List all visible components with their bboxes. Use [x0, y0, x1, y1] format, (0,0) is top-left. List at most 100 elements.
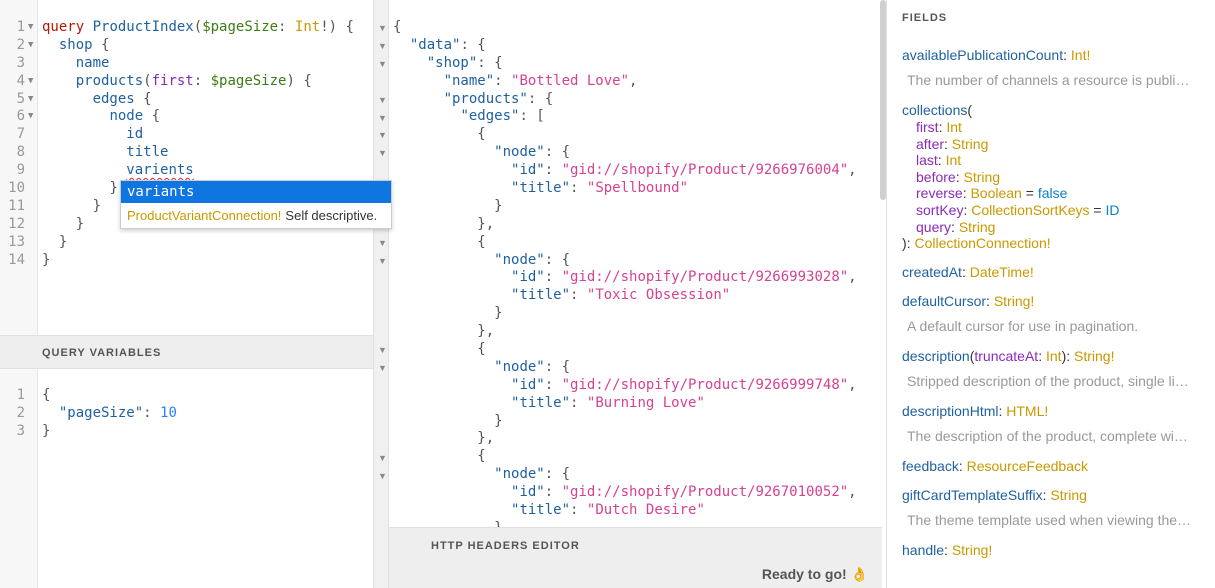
field-name[interactable]: handle: [902, 542, 944, 558]
query-code[interactable]: 1 ▼ query ProductIndex($pageSize: Int!) { …: [0, 19, 373, 269]
field-type[interactable]: String!: [994, 293, 1034, 309]
json-punctuation: : {: [544, 466, 571, 483]
variables-code[interactable]: 1{ 2 "pageSize": 10 3}: [0, 387, 373, 441]
arg-type[interactable]: Int: [946, 152, 962, 168]
docs-field-descriptionHtml[interactable]: descriptionHtml: HTML!: [902, 403, 1212, 420]
arg-type[interactable]: String: [952, 136, 989, 152]
http-headers-editor-header[interactable]: HTTP HEADERS EDITOR: [389, 527, 882, 561]
result-line: {: [389, 19, 882, 37]
query-line-13[interactable]: 13 }: [0, 234, 373, 252]
arg-type[interactable]: Int: [946, 119, 962, 135]
docs-field-description[interactable]: description(truncateAt: Int): String!: [902, 348, 1212, 365]
json-key: "title": [511, 394, 571, 411]
query-line-7[interactable]: 7 id: [0, 126, 373, 144]
arg-type[interactable]: CollectionSortKeys: [971, 202, 1089, 218]
docs-field-giftCardTemplateSuffix[interactable]: giftCardTemplateSuffix: String: [902, 487, 1212, 504]
docs-field-feedback[interactable]: feedback: ResourceFeedback: [902, 458, 1212, 475]
field-name[interactable]: createdAt: [902, 264, 962, 280]
fold-arrow-icon[interactable]: ▼: [28, 91, 33, 109]
query-line-1[interactable]: 1 ▼ query ProductIndex($pageSize: Int!) {: [0, 19, 373, 37]
query-variables-editor[interactable]: 1{ 2 "pageSize": 10 3}: [0, 369, 373, 588]
query-line-6[interactable]: 6 ▼ node {: [0, 108, 373, 126]
docs-arg-sortKey[interactable]: sortKey: CollectionSortKeys = ID: [902, 202, 1212, 219]
field-name[interactable]: availablePublicationCount: [902, 47, 1063, 63]
arg-type[interactable]: Int: [1046, 348, 1062, 364]
field-type[interactable]: ResourceFeedback: [967, 458, 1088, 474]
query-variables-header[interactable]: QUERY VARIABLES: [0, 335, 373, 369]
arg-name[interactable]: after: [916, 136, 944, 152]
arg-name[interactable]: truncateAt: [974, 348, 1038, 364]
json-punctuation: : {: [544, 144, 571, 161]
fold-arrow-icon[interactable]: ▼: [28, 73, 33, 91]
autocomplete-popup[interactable]: variants ProductVariantConnection! Self d…: [120, 180, 392, 229]
punctuation: {: [42, 387, 51, 403]
arg-type[interactable]: String: [963, 169, 1000, 185]
docs-arg-before[interactable]: before: String: [902, 169, 1212, 186]
query-line-3[interactable]: 3 name: [0, 55, 373, 73]
arg-name[interactable]: last: [916, 152, 938, 168]
field-type[interactable]: String!: [1074, 348, 1114, 364]
field-name[interactable]: descriptionHtml: [902, 403, 998, 419]
arg-name[interactable]: before: [916, 169, 956, 185]
pane-divider[interactable]: ▼ ▼ ▼ ▼ ▼ ▼ ▼ ▼ ▼ ▼ ▼ ▼ ▼: [373, 0, 389, 588]
fold-arrow-icon[interactable]: ▼: [378, 23, 387, 33]
fold-arrow-icon[interactable]: ▼: [28, 19, 33, 37]
query-line-5[interactable]: 5 ▼ edges {: [0, 91, 373, 109]
variables-line-3[interactable]: 3}: [0, 423, 373, 441]
fold-arrow-icon[interactable]: ▼: [378, 41, 387, 51]
arg-type[interactable]: String: [959, 219, 996, 235]
fold-arrow-icon[interactable]: ▼: [28, 108, 33, 126]
autocomplete-option-variants[interactable]: variants: [121, 181, 391, 203]
fold-arrow-icon[interactable]: ▼: [378, 256, 387, 266]
fold-arrow-icon[interactable]: ▼: [378, 113, 387, 123]
field-name[interactable]: collections: [902, 102, 967, 118]
autocomplete-type[interactable]: ProductVariantConnection!: [127, 208, 281, 223]
fold-arrow-icon[interactable]: ▼: [378, 95, 387, 105]
field-type[interactable]: String!: [952, 542, 992, 558]
docs-arg-query[interactable]: query: String: [902, 219, 1212, 236]
field-name[interactable]: giftCardTemplateSuffix: [902, 487, 1043, 503]
query-line-4[interactable]: 4 ▼ products(first: $pageSize) {: [0, 73, 373, 91]
fold-arrow-icon[interactable]: ▼: [28, 37, 33, 55]
query-line-2[interactable]: 2 ▼ shop {: [0, 37, 373, 55]
docs-field-defaultCursor[interactable]: defaultCursor: String!: [902, 293, 1212, 310]
fold-arrow-icon[interactable]: ▼: [378, 363, 387, 373]
variables-line-2[interactable]: 2 "pageSize": 10: [0, 405, 373, 423]
fold-arrow-icon[interactable]: ▼: [378, 471, 387, 481]
fold-arrow-icon[interactable]: ▼: [378, 238, 387, 248]
result-viewer[interactable]: { "data": { "shop": { "name": "Bottled L…: [389, 0, 882, 527]
docs-field-collections[interactable]: collections(first: Int after: String last:…: [902, 102, 1212, 252]
fold-arrow-icon[interactable]: ▼: [378, 130, 387, 140]
field-name[interactable]: description: [902, 348, 970, 364]
field-type[interactable]: Int!: [1071, 47, 1090, 63]
field-name[interactable]: defaultCursor: [902, 293, 986, 309]
arg-name[interactable]: first: [916, 119, 939, 135]
punctuation: }: [42, 422, 51, 439]
fold-arrow-icon[interactable]: ▼: [378, 148, 387, 158]
field-name[interactable]: feedback: [902, 458, 959, 474]
docs-field-availablePublicationCount[interactable]: availablePublicationCount: Int!: [902, 47, 1212, 64]
docs-arg-last[interactable]: last: Int: [902, 152, 1212, 169]
query-editor[interactable]: 1 ▼ query ProductIndex($pageSize: Int!) { …: [0, 0, 392, 335]
query-line-9[interactable]: 9 varients: [0, 162, 373, 180]
variables-line-1[interactable]: 1{: [0, 387, 373, 405]
docs-arg-reverse[interactable]: reverse: Boolean = false: [902, 185, 1212, 202]
query-line-8[interactable]: 8 title: [0, 144, 373, 162]
docs-explorer[interactable]: FIELDS availablePublicationCount: Int! Th…: [886, 0, 1215, 588]
arg-type[interactable]: Boolean: [970, 185, 1021, 201]
field-type[interactable]: DateTime!: [970, 264, 1034, 280]
field-type[interactable]: HTML!: [1006, 403, 1048, 419]
arg-name[interactable]: sortKey: [916, 202, 963, 218]
docs-arg-after[interactable]: after: String: [902, 136, 1212, 153]
docs-field-createdAt[interactable]: createdAt: DateTime!: [902, 264, 1212, 281]
field-type[interactable]: String: [1050, 487, 1087, 503]
fold-arrow-icon[interactable]: ▼: [378, 59, 387, 69]
docs-arg-first[interactable]: first: Int: [902, 119, 1212, 136]
fold-arrow-icon[interactable]: ▼: [378, 345, 387, 355]
field-type[interactable]: CollectionConnection!: [914, 235, 1050, 251]
docs-field-handle[interactable]: handle: String!: [902, 542, 1212, 559]
arg-name[interactable]: query: [916, 219, 951, 235]
arg-name[interactable]: reverse: [916, 185, 963, 201]
query-line-14[interactable]: 14}: [0, 252, 373, 270]
fold-arrow-icon[interactable]: ▼: [378, 453, 387, 463]
